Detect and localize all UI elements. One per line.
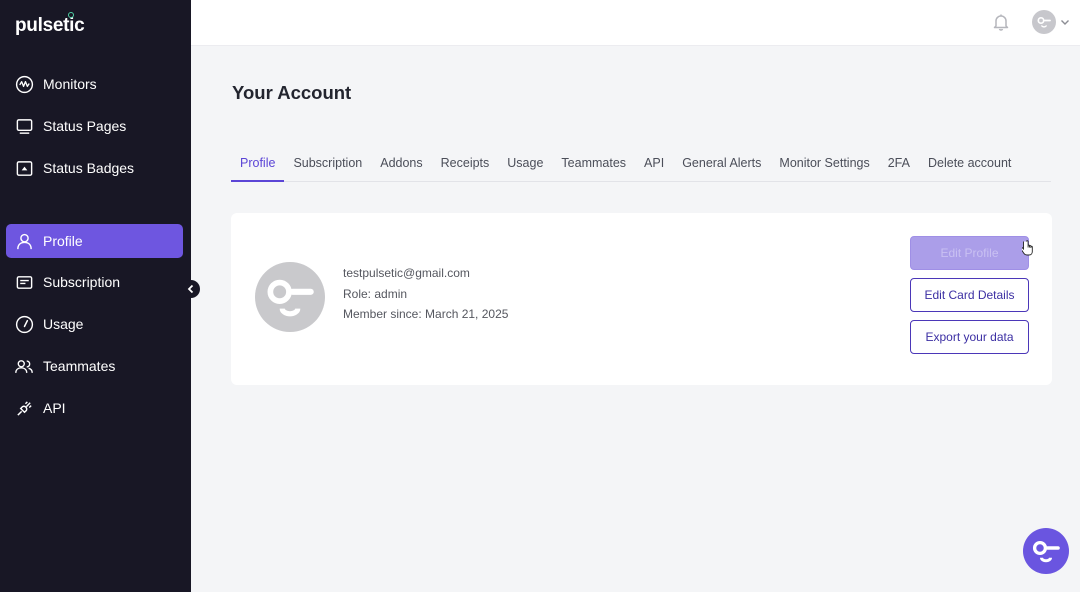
sidebar-item-status-badges[interactable]: Status Badges	[6, 151, 183, 185]
avatar-icon	[1032, 10, 1056, 34]
logo-dot	[68, 12, 74, 18]
tab-teammates[interactable]: Teammates	[552, 146, 635, 182]
user-menu[interactable]	[1032, 10, 1070, 34]
screen-icon	[14, 116, 34, 136]
sidebar-item-profile[interactable]: Profile	[6, 224, 183, 258]
profile-card: testpulsetic@gmail.com Role: admin Membe…	[231, 213, 1052, 385]
sidebar-item-label: Subscription	[43, 274, 121, 290]
edit-card-details-button[interactable]: Edit Card Details	[910, 278, 1029, 312]
avatar	[255, 262, 325, 332]
profile-member-since: Member since: March 21, 2025	[343, 307, 509, 321]
tab-general-alerts[interactable]: General Alerts	[673, 146, 770, 182]
user-icon	[14, 231, 34, 251]
edit-profile-button[interactable]: Edit Profile	[910, 236, 1029, 270]
sidebar-item-label: Status Pages	[43, 118, 127, 134]
top-bar	[191, 0, 1080, 46]
tab-monitor-settings[interactable]: Monitor Settings	[770, 146, 878, 182]
hand-cursor-icon	[1022, 240, 1033, 256]
tab-usage[interactable]: Usage	[498, 146, 552, 182]
tab-receipts[interactable]: Receipts	[432, 146, 499, 182]
bell-icon[interactable]	[991, 12, 1011, 32]
sidebar-item-label: Teammates	[43, 358, 116, 374]
tab-2fa[interactable]: 2FA	[879, 146, 919, 182]
sidebar-item-teammates[interactable]: Teammates	[6, 349, 183, 383]
profile-email: testpulsetic@gmail.com	[343, 266, 470, 280]
export-data-button[interactable]: Export your data	[910, 320, 1029, 354]
sidebar-item-label: Profile	[43, 233, 83, 249]
logo[interactable]: pulsetic	[15, 12, 85, 37]
monitor-wave-icon	[14, 74, 34, 94]
tab-addons[interactable]: Addons	[371, 146, 431, 182]
gauge-icon	[14, 314, 34, 334]
chat-mascot-icon	[1032, 540, 1060, 563]
sidebar-item-status-pages[interactable]: Status Pages	[6, 109, 183, 143]
avatar-face-icon	[267, 279, 314, 317]
tab-api[interactable]: API	[635, 146, 673, 182]
logo-text: pulsetic	[15, 15, 85, 36]
sidebar-item-usage[interactable]: Usage	[6, 307, 183, 341]
account-tabs: Profile Subscription Addons Receipts Usa…	[231, 146, 1051, 182]
sidebar-collapse-button[interactable]	[182, 280, 200, 298]
sidebar-item-label: Usage	[43, 316, 84, 332]
sidebar: pulsetic Monitors Status Pages Status Ba…	[0, 0, 191, 592]
tab-profile[interactable]: Profile	[231, 146, 285, 182]
sidebar-item-subscription[interactable]: Subscription	[6, 265, 183, 299]
tab-subscription[interactable]: Subscription	[284, 146, 371, 182]
sidebar-item-monitors[interactable]: Monitors	[6, 67, 183, 101]
chat-support-button[interactable]	[1023, 528, 1069, 574]
tab-delete-account[interactable]: Delete account	[919, 146, 1020, 182]
profile-info: testpulsetic@gmail.com Role: admin Membe…	[343, 263, 508, 325]
plug-icon	[14, 398, 34, 418]
sidebar-item-label: Status Badges	[43, 160, 135, 176]
card-icon	[14, 272, 34, 292]
badge-icon	[14, 158, 34, 178]
page-title: Your Account	[232, 82, 352, 103]
sidebar-item-api[interactable]: API	[6, 391, 183, 425]
profile-role: Role: admin	[343, 286, 408, 301]
users-icon	[14, 356, 34, 376]
sidebar-item-label: Monitors	[43, 76, 97, 92]
sidebar-item-label: API	[43, 400, 66, 416]
chevron-down-icon	[1061, 20, 1069, 25]
chevron-left-icon	[187, 284, 194, 294]
